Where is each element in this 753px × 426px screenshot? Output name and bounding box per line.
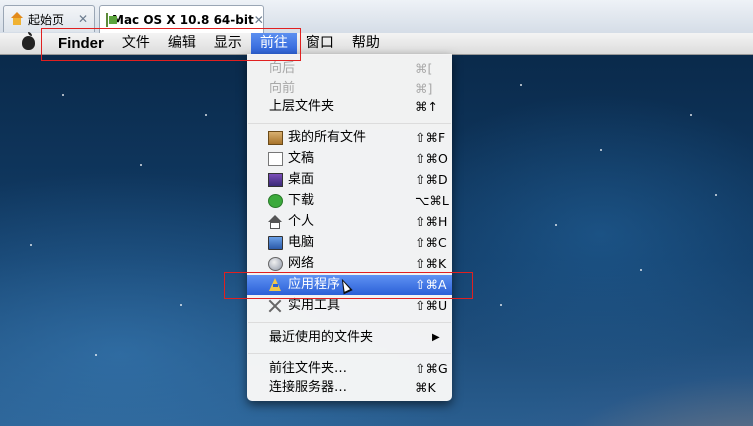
shortcut: ⇧⌘K bbox=[415, 256, 447, 271]
shortcut: ⇧⌘F bbox=[415, 130, 446, 145]
shortcut: ⇧⌘O bbox=[415, 151, 448, 166]
menu-item-recent-folders[interactable]: 最近使用的文件夹 ▶ bbox=[247, 328, 452, 348]
computer-icon bbox=[268, 236, 283, 250]
desktop-icon bbox=[268, 173, 283, 187]
tab-start-page[interactable]: 起始页 ✕ bbox=[3, 5, 95, 32]
utilities-icon bbox=[268, 299, 283, 313]
app-menu-finder[interactable]: Finder bbox=[49, 33, 113, 54]
menu-item-forward[interactable]: 向前 ⌘] bbox=[247, 79, 452, 99]
menu-item-computer[interactable]: 电脑 ⇧⌘C bbox=[247, 233, 452, 253]
home-icon bbox=[10, 12, 24, 26]
menu-edit[interactable]: 编辑 bbox=[159, 33, 205, 54]
applications-icon bbox=[268, 278, 283, 292]
downloads-icon bbox=[268, 194, 283, 208]
menu-item-enclosing-folder[interactable]: 上层文件夹 ⌘↑ bbox=[247, 97, 452, 117]
menu-item-network[interactable]: 网络 ⇧⌘K bbox=[247, 254, 452, 274]
documents-icon bbox=[268, 152, 283, 166]
shortcut: ⇧⌘A bbox=[415, 277, 447, 292]
close-icon[interactable]: ✕ bbox=[254, 13, 264, 27]
menu-item-utilities[interactable]: 实用工具 ⇧⌘U bbox=[247, 296, 452, 316]
vm-tab-bar: 起始页 ✕ Mac OS X 10.8 64-bit ✕ bbox=[0, 0, 753, 34]
network-icon bbox=[268, 257, 283, 271]
mac-menu-bar: Finder 文件 编辑 显示 前往 窗口 帮助 bbox=[0, 31, 753, 55]
shortcut: ⌘K bbox=[415, 380, 436, 395]
shortcut: ⌘] bbox=[415, 81, 433, 96]
shortcut: ⌘↑ bbox=[415, 99, 438, 114]
menu-item-desktop[interactable]: 桌面 ⇧⌘D bbox=[247, 170, 452, 190]
shortcut: ⇧⌘U bbox=[415, 298, 448, 313]
menu-item-go-to-folder[interactable]: 前往文件夹… ⇧⌘G bbox=[247, 359, 452, 379]
shortcut: ⇧⌘G bbox=[415, 361, 448, 376]
tab-label: Mac OS X 10.8 64-bit bbox=[112, 12, 254, 27]
menu-separator bbox=[248, 123, 451, 124]
menu-go[interactable]: 前往 bbox=[250, 33, 297, 54]
shortcut: ⇧⌘D bbox=[415, 172, 448, 187]
menu-file[interactable]: 文件 bbox=[113, 33, 159, 54]
menu-item-back[interactable]: 向后 ⌘[ bbox=[247, 59, 452, 79]
apple-menu-icon[interactable] bbox=[19, 31, 37, 53]
menu-item-downloads[interactable]: 下载 ⌥⌘L bbox=[247, 191, 452, 211]
tab-mac-os-vm[interactable]: Mac OS X 10.8 64-bit ✕ bbox=[99, 5, 264, 33]
shortcut: ⌘[ bbox=[415, 61, 433, 76]
go-menu-dropdown: 向后 ⌘[ 向前 ⌘] 上层文件夹 ⌘↑ 我的所有文件 ⇧⌘F 文稿 ⇧⌘O 桌… bbox=[247, 54, 452, 401]
shortcut: ⇧⌘C bbox=[415, 235, 447, 250]
menu-help[interactable]: 帮助 bbox=[343, 33, 389, 54]
tab-label: 起始页 bbox=[28, 12, 65, 27]
home-icon bbox=[268, 215, 283, 229]
menu-item-home[interactable]: 个人 ⇧⌘H bbox=[247, 212, 452, 232]
menu-item-all-my-files[interactable]: 我的所有文件 ⇧⌘F bbox=[247, 128, 452, 148]
all-my-files-icon bbox=[268, 131, 283, 145]
shortcut: ⌥⌘L bbox=[415, 193, 449, 208]
menu-view[interactable]: 显示 bbox=[205, 33, 251, 54]
menu-item-documents[interactable]: 文稿 ⇧⌘O bbox=[247, 149, 452, 169]
close-icon[interactable]: ✕ bbox=[76, 12, 90, 26]
shortcut: ⇧⌘H bbox=[415, 214, 448, 229]
vm-icon bbox=[106, 12, 117, 27]
submenu-arrow-icon: ▶ bbox=[432, 332, 440, 343]
menu-item-connect-to-server[interactable]: 连接服务器… ⌘K bbox=[247, 378, 452, 398]
menu-window[interactable]: 窗口 bbox=[297, 33, 343, 54]
menu-separator bbox=[248, 353, 451, 354]
menu-separator bbox=[248, 322, 451, 323]
